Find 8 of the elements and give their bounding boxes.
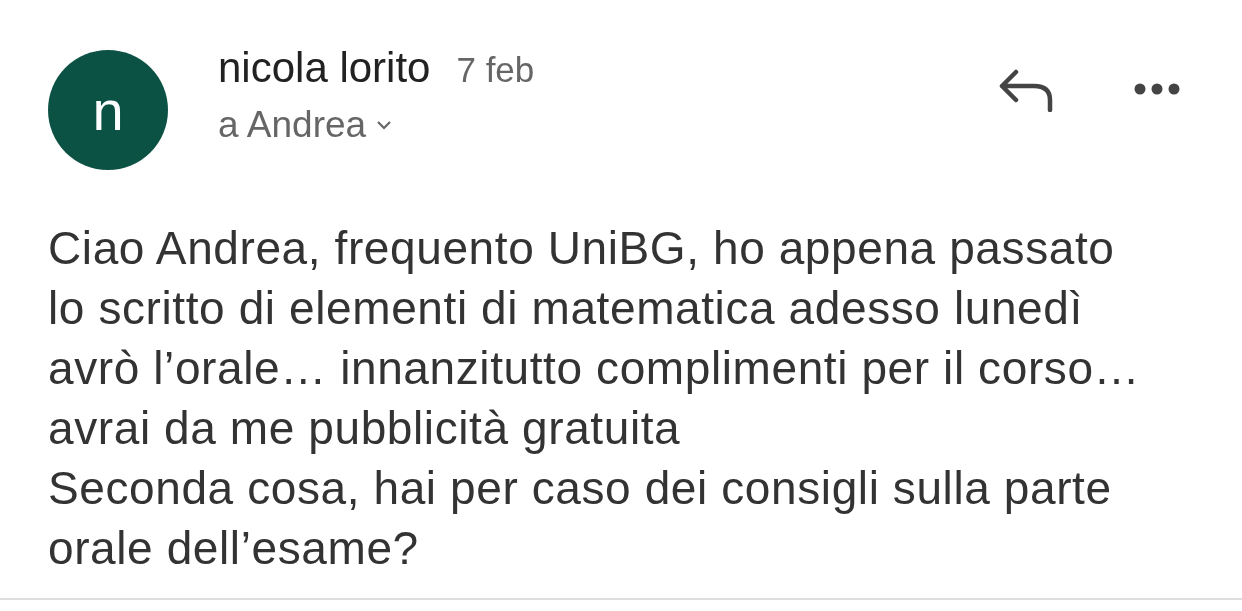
avatar: n xyxy=(48,50,168,170)
message-body: Ciao Andrea, frequento UniBG, ho appena passato lo scritto di elementi di matematica adesso lunedì avrò l’orale… innanzitutto complimenti per il corso… avrai da me pubblicità gratuita Seconda cosa, hai per caso dei consigli sulla parte orale dell’esame? xyxy=(48,221,1142,576)
message-date: 7 feb xyxy=(456,50,535,90)
reply-icon[interactable] xyxy=(998,68,1054,112)
sender-name: nicola lorito xyxy=(218,44,431,92)
chevron-down-icon[interactable] xyxy=(376,120,393,130)
recipient-toggle[interactable]: a Andrea xyxy=(218,104,393,146)
more-options-icon[interactable] xyxy=(1134,83,1180,95)
